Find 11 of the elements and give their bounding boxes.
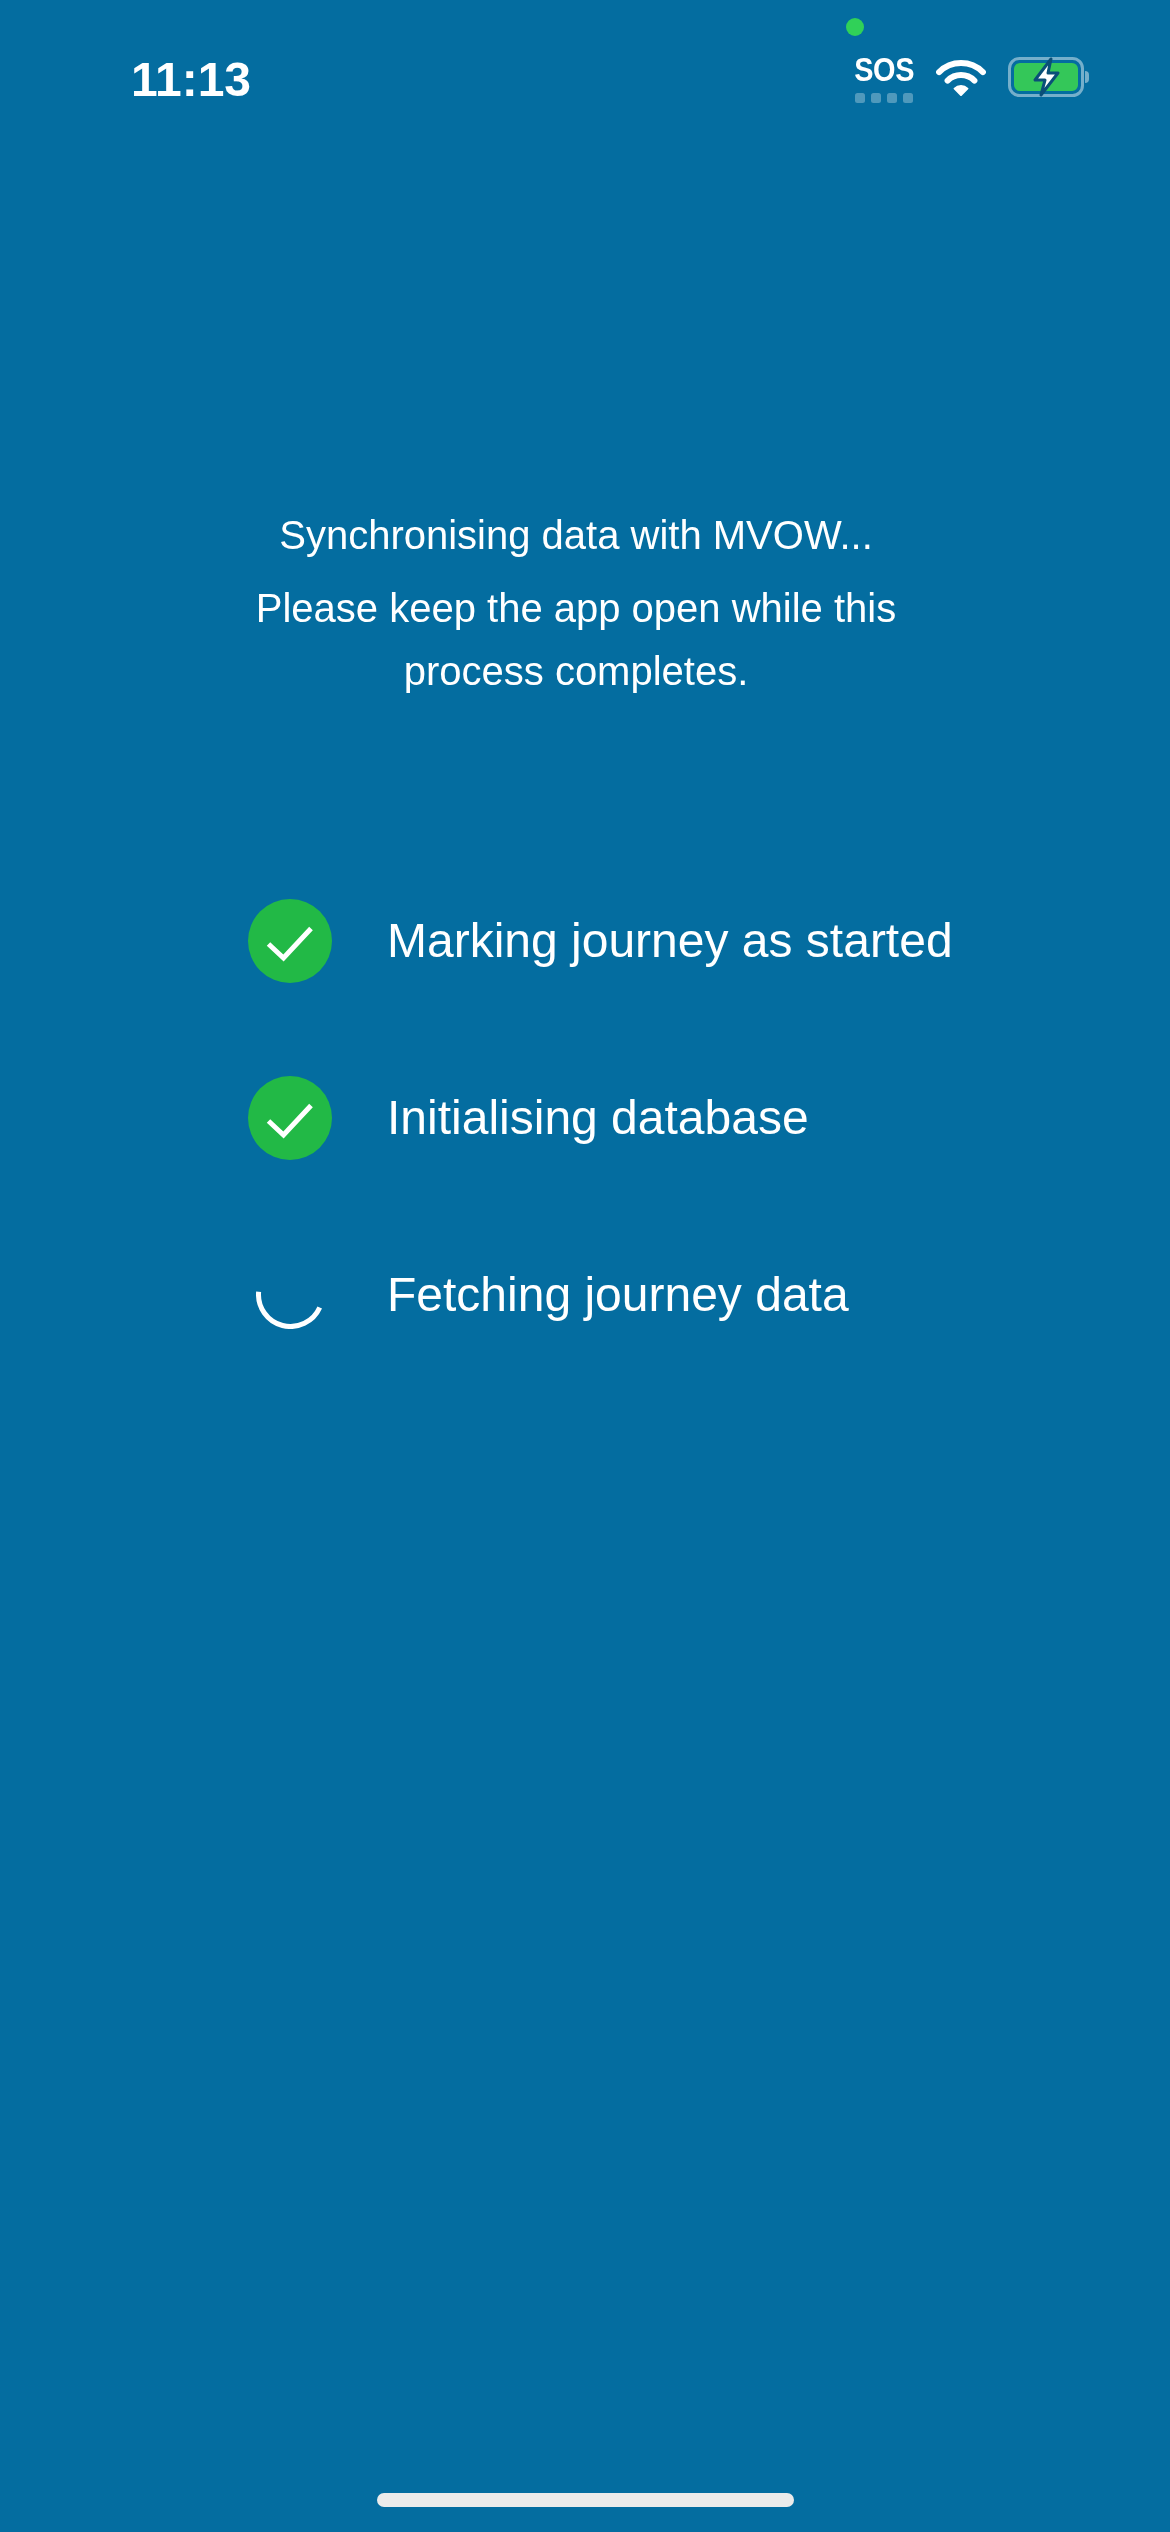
sos-label: SOS	[854, 52, 914, 86]
sync-title: Synchronising data with MVOW...	[278, 512, 874, 559]
battery-charging-icon	[1008, 57, 1090, 97]
signal-dots-icon	[855, 93, 913, 103]
wifi-icon	[936, 58, 986, 96]
status-time: 11:13	[130, 56, 252, 104]
step-label: Marking journey as started	[387, 913, 953, 969]
privacy-indicator-icon	[846, 18, 864, 36]
step-label: Initialising database	[387, 1090, 809, 1146]
sync-instructions: Please keep the app open while this process completes.	[254, 585, 898, 695]
step-label: Fetching journey data	[387, 1267, 849, 1323]
